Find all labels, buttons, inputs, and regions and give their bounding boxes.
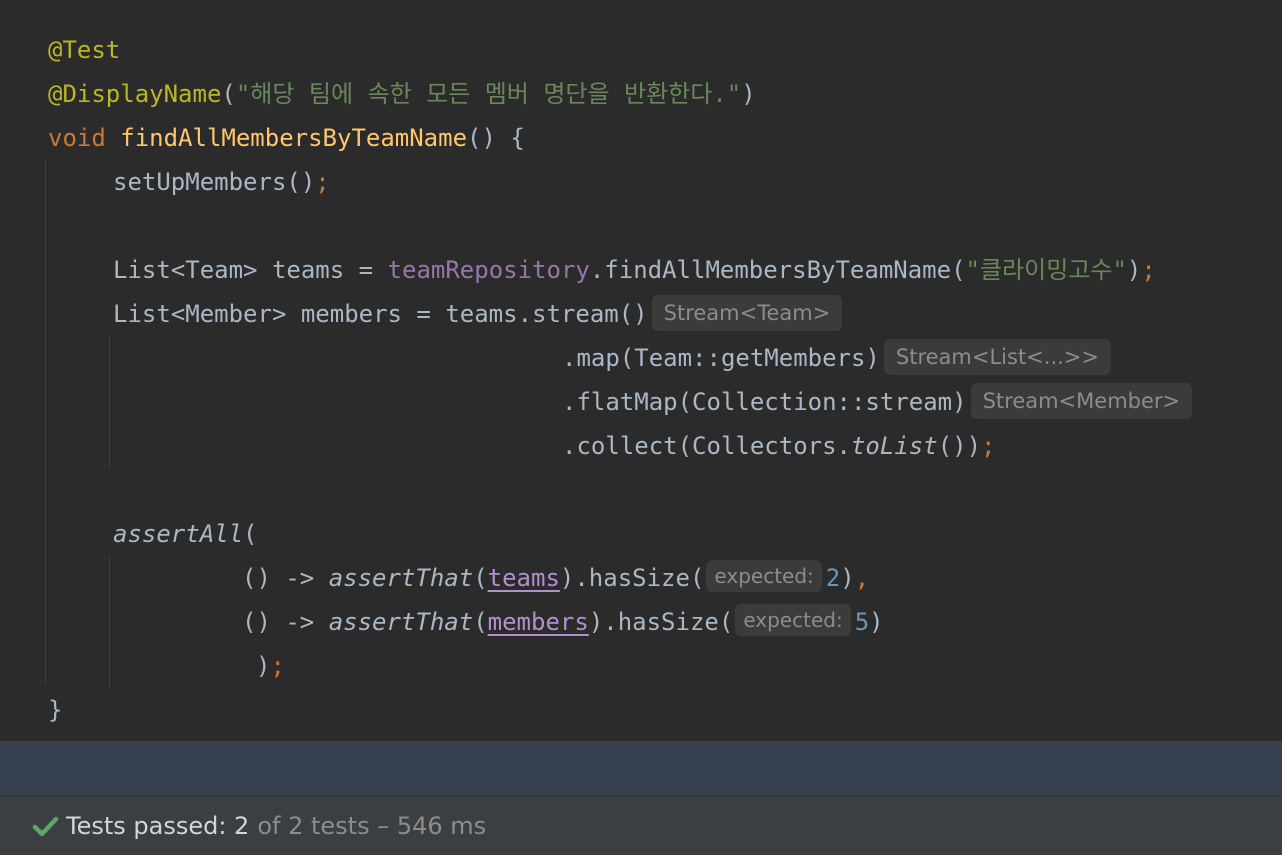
type-hint: Stream<List<...>> bbox=[883, 339, 1111, 375]
parameter-hint: expected: bbox=[735, 604, 851, 636]
code-line-15: ); bbox=[256, 652, 285, 680]
code-line-2: @DisplayName("해당 팀에 속한 모든 멤버 명단을 반환한다.") bbox=[48, 80, 756, 108]
code-line-8: .map(Team::getMembers) Stream<List<...>> bbox=[562, 336, 1111, 380]
variable-members[interactable]: members bbox=[488, 608, 589, 636]
indent-guide bbox=[45, 160, 46, 684]
test-status-bar: Tests passed: 2 of 2 tests – 546 ms bbox=[0, 795, 1282, 855]
variable-teams[interactable]: teams bbox=[488, 564, 560, 592]
code-line-14: () -> assertThat(members).hasSize(expect… bbox=[242, 600, 884, 644]
current-line-highlight bbox=[0, 741, 1282, 795]
tests-passed-label: Tests passed: 2 bbox=[66, 811, 250, 840]
type-hint: Stream<Member> bbox=[970, 383, 1193, 419]
check-icon bbox=[32, 816, 59, 836]
code-editor[interactable]: @Test @DisplayName("해당 팀에 속한 모든 멤버 명단을 반… bbox=[0, 0, 1282, 741]
code-line-12: assertAll( bbox=[113, 520, 258, 548]
parameter-hint: expected: bbox=[706, 560, 822, 592]
type-hint: Stream<Team> bbox=[651, 295, 843, 331]
code-line-4: setUpMembers(); bbox=[113, 168, 330, 196]
code-line-6: List<Team> teams = teamRepository.findAl… bbox=[113, 256, 1156, 284]
code-line-13: () -> assertThat(teams).hasSize(expected… bbox=[242, 556, 869, 600]
code-line-3: void findAllMembersByTeamName() { bbox=[48, 124, 525, 152]
code-line-10: .collect(Collectors.toList()); bbox=[562, 432, 996, 460]
indent-guide bbox=[109, 556, 110, 688]
indent-guide bbox=[109, 336, 110, 468]
code-line-16: } bbox=[48, 696, 63, 724]
code-line-7: List<Member> members = teams.stream() Str… bbox=[113, 292, 843, 336]
tests-summary: of 2 tests – 546 ms bbox=[257, 811, 487, 840]
code-line-9: .flatMap(Collection::stream) Stream<Membe… bbox=[562, 380, 1193, 424]
code-line-1: @Test bbox=[48, 36, 121, 64]
